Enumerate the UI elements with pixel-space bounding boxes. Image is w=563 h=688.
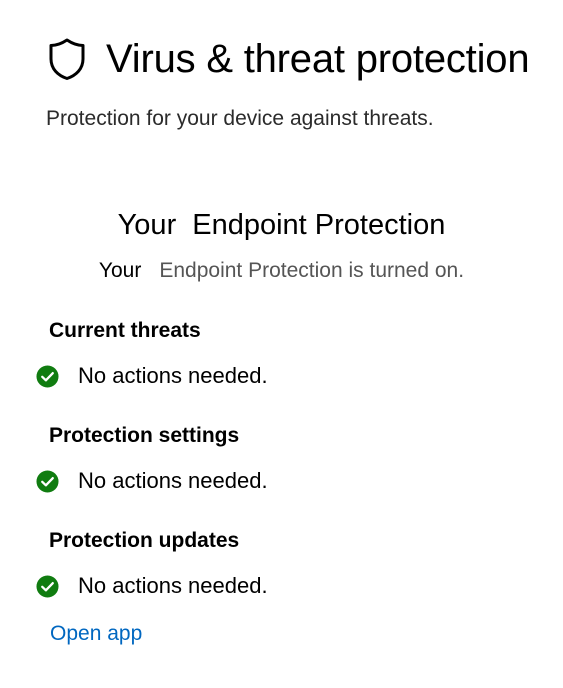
status-row: No actions needed.	[36, 361, 268, 391]
check-circle-icon	[36, 364, 59, 388]
provider-status: Your Endpoint Protection is turned on.	[0, 257, 563, 285]
security-panel: Virus & threat protection Protection for…	[0, 0, 563, 688]
status-text: No actions needed.	[78, 573, 268, 598]
provider-title: Your Endpoint Protection	[0, 206, 563, 244]
status-text: No actions needed.	[78, 363, 268, 388]
section-heading: Current threats	[49, 319, 201, 342]
provider-status-prefix: Your	[98, 259, 142, 282]
header: Virus & threat protection	[48, 34, 530, 84]
page-subtitle: Protection for your device against threa…	[46, 107, 434, 130]
status-row: No actions needed.	[36, 466, 268, 496]
check-circle-icon	[36, 574, 59, 598]
provider-title-name: Endpoint Protection	[192, 209, 446, 241]
page-title: Virus & threat protection	[106, 37, 530, 81]
section-heading: Protection settings	[49, 424, 240, 447]
section-current-threats: Current threats No actions needed.	[36, 317, 268, 391]
open-app-link[interactable]: Open app	[50, 620, 142, 648]
shield-icon	[49, 38, 85, 80]
check-circle-icon	[36, 469, 59, 493]
provider-status-text: Endpoint Protection is turned on.	[159, 259, 465, 282]
section-protection-settings: Protection settings No actions needed.	[36, 422, 268, 496]
provider-title-prefix: Your	[117, 209, 177, 241]
status-row: No actions needed.	[36, 571, 268, 601]
section-heading: Protection updates	[49, 529, 240, 552]
section-protection-updates: Protection updates No actions needed.	[36, 527, 268, 601]
status-text: No actions needed.	[78, 468, 268, 493]
